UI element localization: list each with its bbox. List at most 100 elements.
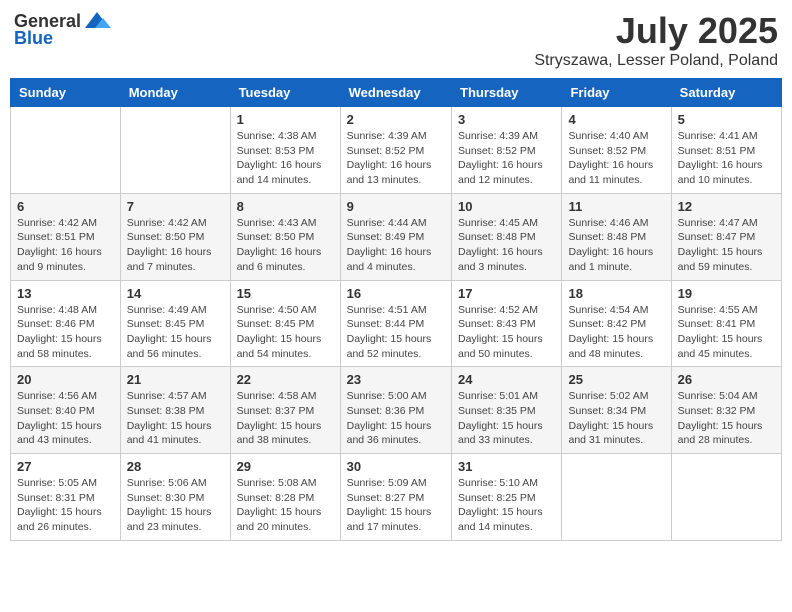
calendar-header-row: SundayMondayTuesdayWednesdayThursdayFrid… <box>11 79 782 107</box>
day-info: Sunrise: 4:58 AM Sunset: 8:37 PM Dayligh… <box>237 389 334 448</box>
calendar-header-sunday: Sunday <box>11 79 121 107</box>
day-number: 4 <box>568 112 664 127</box>
calendar-week-1: 1 Sunrise: 4:38 AM Sunset: 8:53 PM Daylig… <box>11 107 782 194</box>
day-info: Sunrise: 5:05 AM Sunset: 8:31 PM Dayligh… <box>17 476 114 535</box>
day-number: 14 <box>127 286 224 301</box>
day-number: 1 <box>237 112 334 127</box>
day-info: Sunrise: 4:57 AM Sunset: 8:38 PM Dayligh… <box>127 389 224 448</box>
day-info: Sunrise: 4:43 AM Sunset: 8:50 PM Dayligh… <box>237 216 334 275</box>
calendar-cell: 17 Sunrise: 4:52 AM Sunset: 8:43 PM Dayli… <box>452 280 562 367</box>
calendar-week-3: 13Sunrise: 4:48 AM Sunset: 8:46 PM Dayli… <box>11 280 782 367</box>
day-number: 26 <box>678 372 775 387</box>
calendar-cell: 30 Sunrise: 5:09 AM Sunset: 8:27 PM Dayli… <box>340 454 451 541</box>
calendar-cell: 13Sunrise: 4:48 AM Sunset: 8:46 PM Dayli… <box>11 280 121 367</box>
calendar-cell: 3 Sunrise: 4:39 AM Sunset: 8:52 PM Daylig… <box>452 107 562 194</box>
day-number: 28 <box>127 459 224 474</box>
calendar-cell: 6 Sunrise: 4:42 AM Sunset: 8:51 PM Daylig… <box>11 193 121 280</box>
day-info: Sunrise: 4:50 AM Sunset: 8:45 PM Dayligh… <box>237 303 334 362</box>
calendar-cell: 24 Sunrise: 5:01 AM Sunset: 8:35 PM Dayli… <box>452 367 562 454</box>
day-number: 5 <box>678 112 775 127</box>
calendar-cell <box>11 107 121 194</box>
day-info: Sunrise: 4:41 AM Sunset: 8:51 PM Dayligh… <box>678 129 775 188</box>
calendar-cell: 11 Sunrise: 4:46 AM Sunset: 8:48 PM Dayli… <box>562 193 671 280</box>
day-info: Sunrise: 4:40 AM Sunset: 8:52 PM Dayligh… <box>568 129 664 188</box>
calendar-header-thursday: Thursday <box>452 79 562 107</box>
calendar-cell <box>120 107 230 194</box>
calendar-cell: 16Sunrise: 4:51 AM Sunset: 8:44 PM Dayli… <box>340 280 451 367</box>
calendar-week-4: 20Sunrise: 4:56 AM Sunset: 8:40 PM Dayli… <box>11 367 782 454</box>
calendar-cell: 19Sunrise: 4:55 AM Sunset: 8:41 PM Dayli… <box>671 280 781 367</box>
calendar-cell: 28Sunrise: 5:06 AM Sunset: 8:30 PM Dayli… <box>120 454 230 541</box>
day-number: 17 <box>458 286 555 301</box>
day-number: 24 <box>458 372 555 387</box>
day-info: Sunrise: 4:46 AM Sunset: 8:48 PM Dayligh… <box>568 216 664 275</box>
calendar-cell: 18Sunrise: 4:54 AM Sunset: 8:42 PM Dayli… <box>562 280 671 367</box>
calendar-cell: 10 Sunrise: 4:45 AM Sunset: 8:48 PM Dayli… <box>452 193 562 280</box>
day-info: Sunrise: 5:00 AM Sunset: 8:36 PM Dayligh… <box>347 389 445 448</box>
day-info: Sunrise: 5:09 AM Sunset: 8:27 PM Dayligh… <box>347 476 445 535</box>
logo-blue: Blue <box>14 28 53 49</box>
day-number: 18 <box>568 286 664 301</box>
day-info: Sunrise: 4:39 AM Sunset: 8:52 PM Dayligh… <box>347 129 445 188</box>
calendar-table: SundayMondayTuesdayWednesdayThursdayFrid… <box>10 78 782 541</box>
calendar-cell: 5 Sunrise: 4:41 AM Sunset: 8:51 PM Daylig… <box>671 107 781 194</box>
day-info: Sunrise: 4:39 AM Sunset: 8:52 PM Dayligh… <box>458 129 555 188</box>
day-number: 23 <box>347 372 445 387</box>
calendar-week-5: 27Sunrise: 5:05 AM Sunset: 8:31 PM Dayli… <box>11 454 782 541</box>
day-info: Sunrise: 4:49 AM Sunset: 8:45 PM Dayligh… <box>127 303 224 362</box>
day-number: 10 <box>458 199 555 214</box>
day-number: 3 <box>458 112 555 127</box>
calendar-cell: 9 Sunrise: 4:44 AM Sunset: 8:49 PM Daylig… <box>340 193 451 280</box>
day-number: 31 <box>458 459 555 474</box>
day-number: 12 <box>678 199 775 214</box>
day-info: Sunrise: 4:55 AM Sunset: 8:41 PM Dayligh… <box>678 303 775 362</box>
day-info: Sunrise: 4:42 AM Sunset: 8:50 PM Dayligh… <box>127 216 224 275</box>
calendar-header-friday: Friday <box>562 79 671 107</box>
subtitle: Stryszawa, Lesser Poland, Poland <box>534 52 778 70</box>
day-number: 15 <box>237 286 334 301</box>
day-info: Sunrise: 4:45 AM Sunset: 8:48 PM Dayligh… <box>458 216 555 275</box>
calendar-cell: 15 Sunrise: 4:50 AM Sunset: 8:45 PM Dayli… <box>230 280 340 367</box>
day-number: 13 <box>17 286 114 301</box>
calendar-header-monday: Monday <box>120 79 230 107</box>
day-info: Sunrise: 4:42 AM Sunset: 8:51 PM Dayligh… <box>17 216 114 275</box>
day-info: Sunrise: 4:47 AM Sunset: 8:47 PM Dayligh… <box>678 216 775 275</box>
calendar-cell: 20Sunrise: 4:56 AM Sunset: 8:40 PM Dayli… <box>11 367 121 454</box>
day-number: 29 <box>237 459 334 474</box>
day-number: 9 <box>347 199 445 214</box>
calendar-cell: 31 Sunrise: 5:10 AM Sunset: 8:25 PM Dayli… <box>452 454 562 541</box>
calendar-cell: 7 Sunrise: 4:42 AM Sunset: 8:50 PM Daylig… <box>120 193 230 280</box>
day-info: Sunrise: 5:10 AM Sunset: 8:25 PM Dayligh… <box>458 476 555 535</box>
day-number: 11 <box>568 199 664 214</box>
day-info: Sunrise: 5:08 AM Sunset: 8:28 PM Dayligh… <box>237 476 334 535</box>
day-info: Sunrise: 4:44 AM Sunset: 8:49 PM Dayligh… <box>347 216 445 275</box>
calendar-cell <box>562 454 671 541</box>
day-number: 2 <box>347 112 445 127</box>
calendar-cell: 8Sunrise: 4:43 AM Sunset: 8:50 PM Daylig… <box>230 193 340 280</box>
day-number: 30 <box>347 459 445 474</box>
day-info: Sunrise: 5:01 AM Sunset: 8:35 PM Dayligh… <box>458 389 555 448</box>
day-info: Sunrise: 4:38 AM Sunset: 8:53 PM Dayligh… <box>237 129 334 188</box>
calendar-header-tuesday: Tuesday <box>230 79 340 107</box>
day-number: 25 <box>568 372 664 387</box>
logo-icon <box>83 10 111 32</box>
calendar-cell: 1 Sunrise: 4:38 AM Sunset: 8:53 PM Daylig… <box>230 107 340 194</box>
day-number: 6 <box>17 199 114 214</box>
calendar-cell: 14 Sunrise: 4:49 AM Sunset: 8:45 PM Dayli… <box>120 280 230 367</box>
main-title: July 2025 <box>534 10 778 52</box>
calendar-cell: 12 Sunrise: 4:47 AM Sunset: 8:47 PM Dayli… <box>671 193 781 280</box>
calendar-header-saturday: Saturday <box>671 79 781 107</box>
day-number: 7 <box>127 199 224 214</box>
calendar-cell: 22 Sunrise: 4:58 AM Sunset: 8:37 PM Dayli… <box>230 367 340 454</box>
calendar-cell: 27Sunrise: 5:05 AM Sunset: 8:31 PM Dayli… <box>11 454 121 541</box>
calendar-cell: 21 Sunrise: 4:57 AM Sunset: 8:38 PM Dayli… <box>120 367 230 454</box>
day-number: 21 <box>127 372 224 387</box>
calendar-cell: 25Sunrise: 5:02 AM Sunset: 8:34 PM Dayli… <box>562 367 671 454</box>
day-info: Sunrise: 4:52 AM Sunset: 8:43 PM Dayligh… <box>458 303 555 362</box>
title-section: July 2025 Stryszawa, Lesser Poland, Pola… <box>534 10 778 70</box>
day-info: Sunrise: 4:56 AM Sunset: 8:40 PM Dayligh… <box>17 389 114 448</box>
day-number: 22 <box>237 372 334 387</box>
calendar-header-wednesday: Wednesday <box>340 79 451 107</box>
logo: General Blue <box>14 10 111 49</box>
calendar-cell <box>671 454 781 541</box>
